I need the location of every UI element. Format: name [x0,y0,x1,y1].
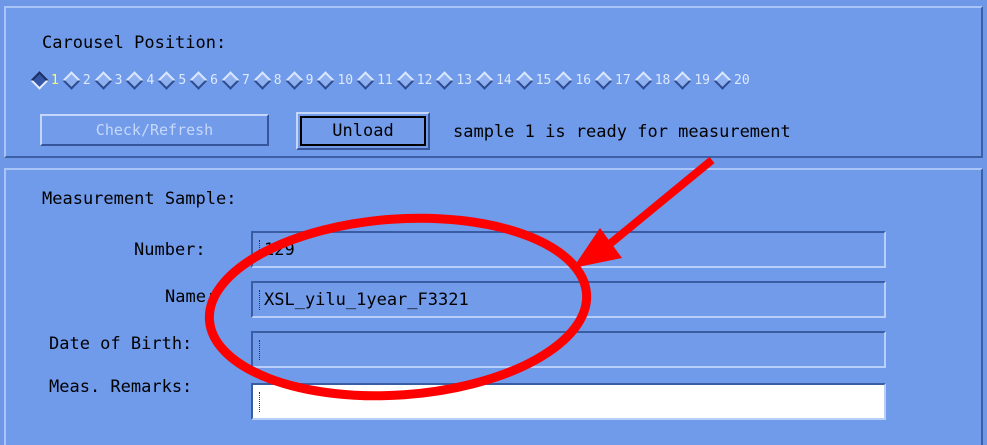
carousel-position-6[interactable]: 6 [189,71,218,90]
radio-diamond-icon [554,71,574,90]
carousel-position-label: 2 [82,73,91,88]
radio-diamond-icon [316,71,336,90]
name-label: Name: [165,287,217,307]
radio-diamond-icon [284,71,304,90]
carousel-position-11[interactable]: 11 [356,71,393,90]
carousel-position-label: 6 [210,73,218,88]
radio-diamond-icon [125,71,145,90]
carousel-position-label: 8 [273,73,282,88]
carousel-position-7[interactable]: 7 [221,71,250,90]
carousel-position-5[interactable]: 5 [157,71,187,90]
carousel-position-9[interactable]: 9 [284,71,314,90]
text-cursor-icon [259,391,262,412]
date-of-birth-field[interactable] [251,331,886,368]
carousel-position-20[interactable]: 20 [713,71,750,90]
carousel-position-18[interactable]: 18 [634,71,671,90]
carousel-position-label: 13 [456,73,473,88]
carousel-position-8[interactable]: 8 [253,71,282,90]
carousel-position-label: 9 [305,73,314,88]
meas-remarks-label: Meas. Remarks: [49,377,193,397]
radio-diamond-icon [189,71,208,90]
radio-diamond-icon [634,71,653,90]
carousel-position-16[interactable]: 16 [554,71,592,90]
carousel-position-label: 15 [535,73,552,88]
carousel-position-label: 20 [734,73,750,88]
carousel-position-label: 4 [146,73,155,88]
radio-diamond-icon [713,71,732,90]
carousel-position-label: 1 [51,73,59,88]
radio-diamond-icon [253,71,272,90]
carousel-heading: Carousel Position: [42,33,227,53]
carousel-position-3[interactable]: 3 [93,71,123,90]
carousel-position-15[interactable]: 15 [515,71,552,90]
radio-diamond-icon [30,71,49,90]
radio-diamond-icon [515,71,534,90]
carousel-position-17[interactable]: 17 [594,71,631,90]
carousel-position-4[interactable]: 4 [125,71,155,90]
measurement-heading: Measurement Sample: [42,189,237,209]
status-message: sample 1 is ready for measurement [453,122,791,142]
carousel-position-19[interactable]: 19 [673,71,711,90]
carousel-position-label: 5 [178,73,187,88]
radio-diamond-icon [221,71,240,90]
text-cursor-icon [259,339,262,360]
carousel-position-label: 10 [337,73,354,88]
radio-diamond-icon [396,71,415,90]
check-refresh-button[interactable]: Check/Refresh [40,114,269,146]
number-field[interactable]: 129 [251,231,886,268]
radio-diamond-icon [594,71,613,90]
carousel-position-label: 19 [694,73,711,88]
name-field-value: XSL_yilu_1year_F3321 [264,289,469,310]
meas-remarks-field[interactable] [251,383,886,420]
radio-diamond-icon [93,71,113,90]
carousel-position-13[interactable]: 13 [435,71,473,90]
carousel-position-14[interactable]: 14 [475,71,512,90]
carousel-position-label: 18 [654,73,671,88]
carousel-position-1[interactable]: 1 [30,71,59,90]
radio-diamond-icon [475,71,494,90]
number-field-value: 129 [264,239,295,260]
carousel-position-10[interactable]: 10 [316,71,354,90]
text-cursor-icon [259,239,262,260]
radio-diamond-icon [62,71,81,90]
carousel-position-label: 7 [241,73,250,88]
radio-diamond-icon [356,71,375,90]
carousel-position-12[interactable]: 12 [396,71,433,90]
carousel-position-label: 16 [575,73,592,88]
radio-diamond-icon [673,71,693,90]
carousel-position-label: 12 [416,73,433,88]
carousel-position-label: 14 [496,73,512,88]
carousel-position-2[interactable]: 2 [62,71,91,90]
number-label: Number: [134,240,206,260]
carousel-position-label: 3 [114,73,123,88]
date-of-birth-label: Date of Birth: [49,334,193,354]
radio-diamond-icon [435,71,455,90]
carousel-position-selector[interactable]: 1 2 3 4 5 6 7 8 9 10 11 12 13 14 15 16 17 18 19 20 [30,71,753,90]
name-field[interactable]: XSL_yilu_1year_F3321 [251,281,886,318]
radio-diamond-icon [157,71,177,90]
carousel-position-label: 11 [377,73,393,88]
text-cursor-icon [259,289,262,310]
unload-button[interactable]: Unload [296,112,430,150]
carousel-position-label: 17 [615,73,631,88]
